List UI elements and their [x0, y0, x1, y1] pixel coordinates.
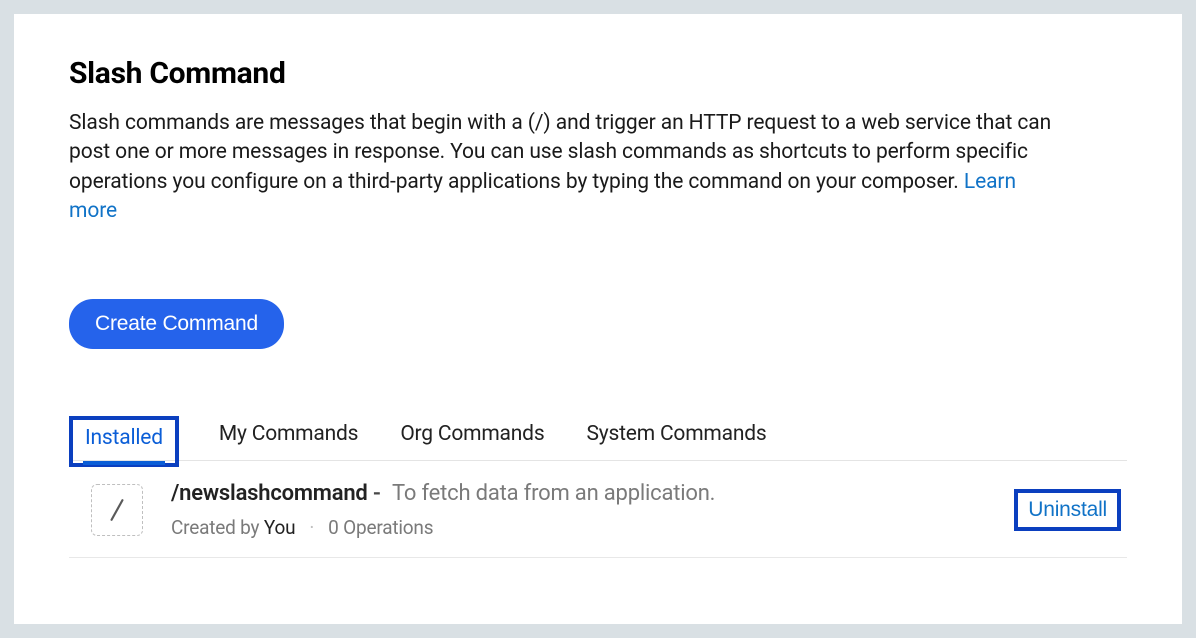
create-command-button[interactable]: Create Command: [69, 299, 284, 349]
tabs-bar: Installed My Commands Org Commands Syste…: [69, 413, 1127, 461]
meta-separator: ·: [309, 516, 314, 539]
settings-card: Slash Command Slash commands are message…: [14, 14, 1182, 624]
created-by-user: You: [264, 516, 296, 539]
operations-count: 0 Operations: [328, 516, 433, 539]
tab-system-commands[interactable]: System Commands: [584, 413, 768, 460]
command-separator: -: [368, 481, 386, 506]
tab-installed[interactable]: Installed: [83, 417, 165, 464]
command-description: To fetch data from an application.: [392, 481, 715, 506]
uninstall-button[interactable]: Uninstall: [1028, 498, 1107, 522]
command-name: /newslashcommand: [171, 481, 368, 506]
annotation-highlight-installed: Installed: [69, 416, 179, 467]
command-icon-placeholder: [91, 484, 143, 536]
description-text: Slash commands are messages that begin w…: [69, 111, 1051, 194]
annotation-highlight-uninstall: Uninstall: [1014, 489, 1121, 531]
tab-my-commands[interactable]: My Commands: [217, 413, 360, 460]
page-description: Slash commands are messages that begin w…: [69, 109, 1069, 227]
tab-org-commands[interactable]: Org Commands: [398, 413, 546, 460]
list-item: /newslashcommand - To fetch data from an…: [69, 461, 1127, 558]
command-title: /newslashcommand - To fetch data from an…: [171, 481, 1014, 506]
command-info: /newslashcommand - To fetch data from an…: [171, 481, 1014, 539]
created-by-label: Created by You: [171, 516, 295, 539]
slash-icon: [104, 497, 130, 523]
command-list: /newslashcommand - To fetch data from an…: [69, 461, 1127, 558]
command-meta: Created by You · 0 Operations: [171, 516, 1014, 539]
page-title: Slash Command: [69, 56, 1127, 91]
